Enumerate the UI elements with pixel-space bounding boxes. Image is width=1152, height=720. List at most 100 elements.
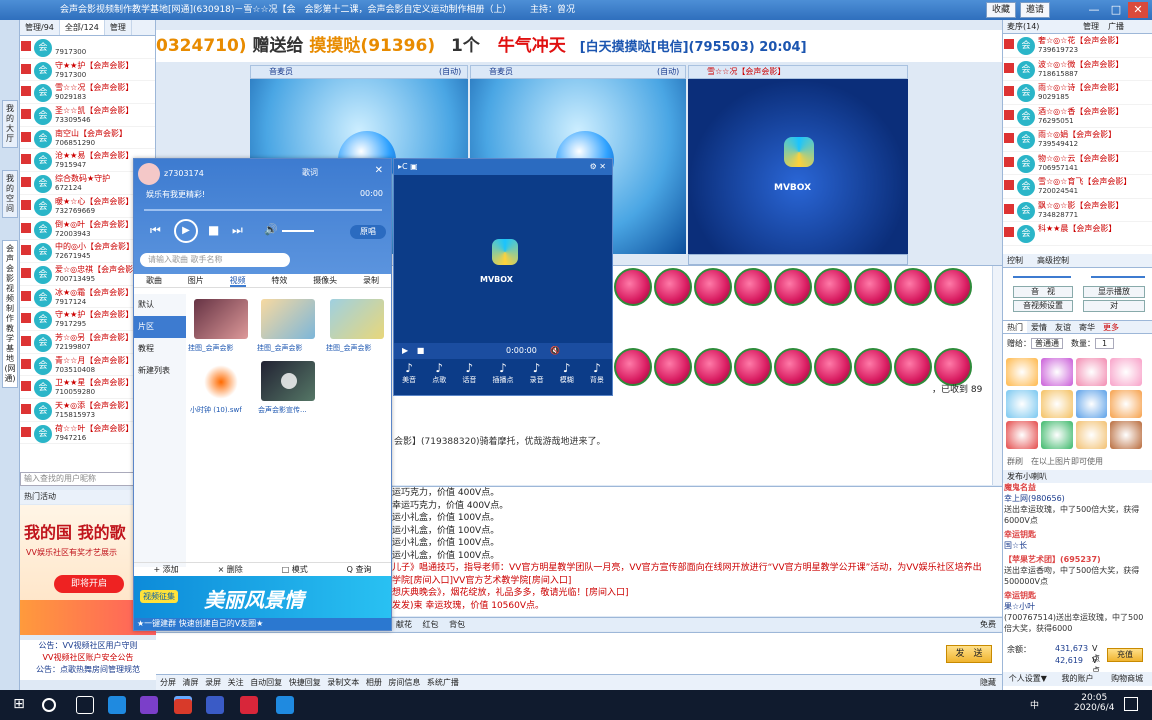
music-side-item[interactable]: 片区 <box>134 316 186 338</box>
tab-current-room[interactable]: 会声会影视频制作教学基地(网通) <box>2 240 18 388</box>
music-side-item[interactable]: 默认 <box>134 294 186 316</box>
send-button[interactable]: 发 送 <box>946 645 992 663</box>
banner-open-button[interactable]: 即将开启 <box>54 575 124 593</box>
show-play-button[interactable]: 显示播放 <box>1083 286 1145 298</box>
player-tool[interactable]: ♪ 录音 <box>530 361 544 395</box>
close-icon[interactable]: ✕ <box>1128 2 1148 18</box>
music-tab[interactable]: 摄像头 <box>313 274 337 287</box>
player-tool[interactable]: ♪ 插播点 <box>492 361 513 395</box>
vv-app-icon[interactable] <box>174 696 192 714</box>
player-tool[interactable]: ♪ 模糊 <box>560 361 574 395</box>
gift-icon[interactable] <box>1040 358 1073 386</box>
record-screen-button[interactable]: 录屏 <box>205 678 221 687</box>
close-icon[interactable]: ✕ <box>375 165 383 176</box>
app-icon[interactable] <box>206 696 224 714</box>
music-foot-button[interactable]: + 添加 <box>153 563 178 576</box>
original-toggle[interactable]: 原唱 <box>350 225 386 239</box>
feed-user[interactable]: 幸上网(980656) <box>1004 493 1150 504</box>
app-icon[interactable] <box>140 696 158 714</box>
player-app-icon[interactable] <box>240 696 258 714</box>
play-icon[interactable]: ▶ <box>174 219 198 243</box>
play-icon[interactable]: ▶ <box>402 346 408 355</box>
gift-icon[interactable] <box>1075 389 1108 418</box>
feed-user[interactable]: 果☆小叶 <box>1004 601 1150 612</box>
list-item[interactable]: 会南空山【会声会影】 706851290 <box>20 127 155 150</box>
bag-button[interactable]: 背包 <box>449 620 465 629</box>
send-to-select[interactable]: 普通通 <box>1031 338 1063 349</box>
list-item[interactable]: 会波☆◎☆微【会声会影】 718615887 <box>1003 58 1152 81</box>
av-button[interactable]: 音 视 <box>1013 286 1073 298</box>
avatar[interactable] <box>138 163 160 185</box>
tab-mic-queue[interactable]: 麦序(14) <box>1007 22 1039 31</box>
music-progress[interactable] <box>144 209 382 211</box>
clear-button[interactable]: 清屏 <box>183 678 199 687</box>
list-item[interactable]: 会雨☆◎娟【会声会影】 739549412 <box>1003 128 1152 152</box>
record-text-button[interactable]: 录制文本 <box>327 678 359 687</box>
player-tool[interactable]: ♪ 点歌 <box>432 361 446 395</box>
tab-admins[interactable]: 管理/94 <box>20 20 60 35</box>
media-thumb[interactable] <box>261 299 315 339</box>
stop-icon[interactable]: ■ <box>208 223 219 237</box>
tab-r-manage[interactable]: 管理 <box>1083 20 1099 34</box>
notice-3[interactable]: 公告：点歌热舞房间管理规范 <box>20 664 156 676</box>
gift-icon[interactable] <box>1075 358 1108 386</box>
music-tab[interactable]: 歌曲 <box>146 274 162 287</box>
recharge-button[interactable]: 充值 <box>1107 648 1143 662</box>
player-tool[interactable]: ♪ 话音 <box>462 361 476 395</box>
qty-input[interactable]: 1 <box>1095 338 1115 349</box>
ime-indicator[interactable]: 中 <box>1030 698 1039 711</box>
video-thumb[interactable] <box>261 361 315 401</box>
list-item[interactable]: 会雪☆☆况【会声会影】 9029183 <box>20 81 155 105</box>
gift-icon[interactable] <box>1110 358 1142 386</box>
minimize-icon[interactable]: — <box>1084 2 1104 18</box>
clock-thumb[interactable] <box>204 365 238 399</box>
follow-button[interactable]: 关注 <box>228 678 244 687</box>
tab-manage[interactable]: 管理 <box>105 20 132 35</box>
list-item[interactable]: 会科★★晨【会声会影】 <box>1003 222 1152 246</box>
maximize-icon[interactable]: □ <box>1106 2 1126 18</box>
volume-slider[interactable] <box>1013 276 1071 278</box>
music-tab[interactable]: 图片 <box>188 274 204 287</box>
favorite-button[interactable]: 收藏 <box>986 2 1017 18</box>
shop-button[interactable]: 购物商城 <box>1102 672 1152 686</box>
taskview-icon[interactable] <box>76 696 94 714</box>
free-button[interactable]: 免费 <box>980 618 996 631</box>
group-promo[interactable]: ★一键建群 快速创建自己的V友圈★ <box>134 618 391 630</box>
gift-icon[interactable] <box>1040 389 1073 418</box>
list-item[interactable]: 会雨☆◎☆诗【会声会影】 9029185 <box>1003 81 1152 105</box>
gift-icon[interactable] <box>1110 389 1142 418</box>
my-account-button[interactable]: 我的账户 <box>1053 672 1103 686</box>
invite-button[interactable]: 邀请 <box>1020 2 1051 18</box>
tab-my-space[interactable]: 我的空间 <box>2 170 18 218</box>
list-item[interactable]: 会飘☆◎☆影【会声会影】 734828771 <box>1003 199 1152 222</box>
tab-gift-hot[interactable]: 热门 <box>1003 321 1027 333</box>
chat-scrollbar[interactable] <box>992 266 1002 485</box>
music-side-item[interactable]: 新建列表 <box>134 360 186 382</box>
auto-reply-button[interactable]: 自动回复 <box>250 678 282 687</box>
mute-icon[interactable]: 🔇 <box>550 343 560 359</box>
edge-icon[interactable] <box>108 696 126 714</box>
tab-adv-control[interactable]: 高级控制 <box>1037 254 1069 268</box>
quick-reply-button[interactable]: 快捷回复 <box>289 678 321 687</box>
tab-gift-friend[interactable]: 友谊 <box>1051 321 1075 333</box>
tab-gift-other[interactable]: 寄华 <box>1075 321 1099 333</box>
music-tab[interactable]: 视频 <box>229 274 246 287</box>
gift-icon[interactable] <box>1040 421 1073 450</box>
gift-icon[interactable] <box>1110 421 1142 450</box>
media-thumb[interactable] <box>330 299 384 339</box>
room-info-button[interactable]: 房间信息 <box>388 678 420 687</box>
chat-input[interactable] <box>156 632 1002 674</box>
clock[interactable]: 20:05 2020/6/4 <box>1074 693 1114 713</box>
notification-icon[interactable] <box>1124 697 1138 711</box>
stop-icon[interactable]: ■ <box>417 346 425 355</box>
music-foot-button[interactable]: Q 查询 <box>347 563 372 576</box>
player-tool[interactable]: ♪ 背景 <box>590 361 604 395</box>
volume-slider[interactable] <box>282 230 314 232</box>
gift-icon[interactable] <box>1006 421 1038 450</box>
song-search-input[interactable]: 请输入歌曲 歌手名称 <box>140 253 290 267</box>
music-foot-button[interactable]: □ 模式 <box>282 563 308 576</box>
av-settings-button[interactable]: 音视频设置 <box>1013 300 1073 312</box>
close-icon[interactable]: ⚙ ✕ <box>590 159 606 175</box>
media-thumb[interactable] <box>194 299 248 339</box>
video-stage-3[interactable]: MVBOX <box>688 79 908 254</box>
